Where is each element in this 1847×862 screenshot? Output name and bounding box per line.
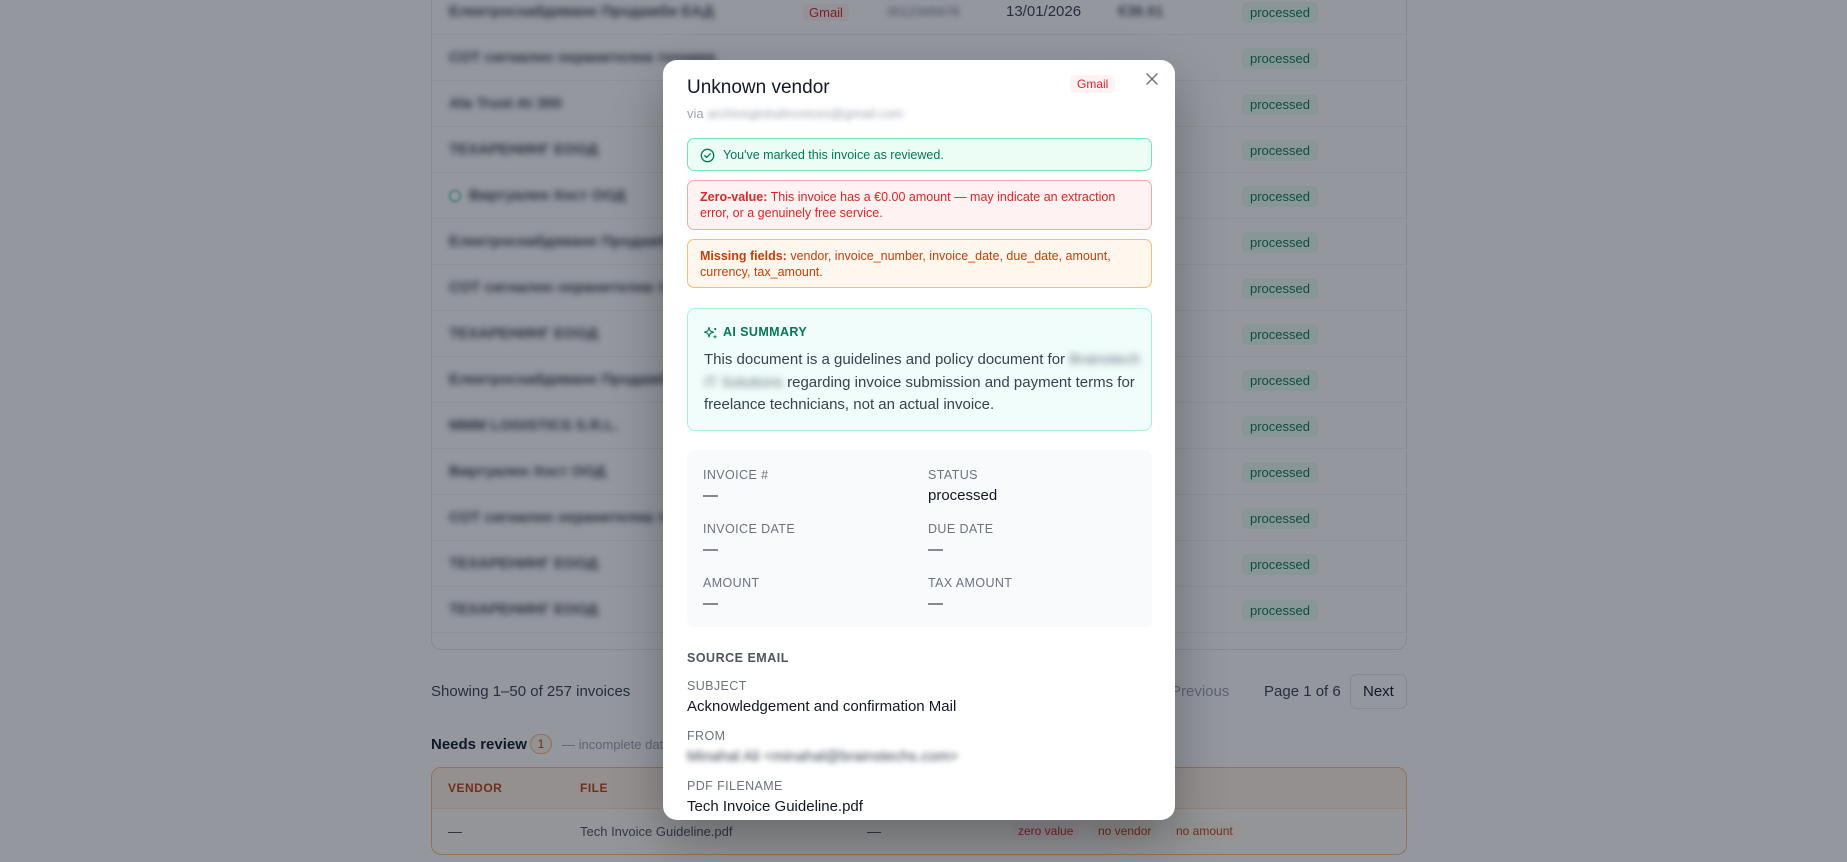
ai-summary-panel: AI SUMMARY This document is a guidelines… xyxy=(687,308,1152,431)
invoice-number-value: — xyxy=(703,487,718,504)
via-email: archiveglobalinvoices@gmail.com xyxy=(707,106,904,121)
zero-value-alert: Zero-value: This invoice has a €0.00 amo… xyxy=(687,180,1152,230)
invoice-date-label: INVOICE DATE xyxy=(703,522,796,536)
pdf-filename-label: PDF FILENAME xyxy=(687,779,783,793)
reviewed-notice-text: You've marked this invoice as reviewed. xyxy=(723,148,944,162)
subject-value: Acknowledgement and confirmation Mail xyxy=(687,698,957,715)
via-line: via archiveglobalinvoices@gmail.com xyxy=(687,106,903,121)
tax-amount-label: TAX AMOUNT xyxy=(928,576,1013,590)
missing-fields-label: Missing fields: xyxy=(700,249,787,263)
sparkles-icon xyxy=(703,326,718,340)
ai-summary-text: This document is a guidelines and policy… xyxy=(704,349,1144,417)
amount-value: — xyxy=(703,595,718,612)
ai-summary-label: AI SUMMARY xyxy=(723,325,808,339)
source-email-heading: SOURCE EMAIL xyxy=(687,651,789,665)
status-label: STATUS xyxy=(928,468,978,482)
ai-summary-text-before: This document is a guidelines and policy… xyxy=(704,351,1066,368)
pdf-filename-value[interactable]: Tech Invoice Guideline.pdf xyxy=(687,798,863,815)
due-date-label: DUE DATE xyxy=(928,522,994,536)
tax-amount-value: — xyxy=(928,595,943,612)
close-icon[interactable] xyxy=(1141,68,1163,90)
invoice-details-grid: INVOICE # — STATUS processed INVOICE DAT… xyxy=(687,450,1152,627)
invoice-number-label: INVOICE # xyxy=(703,468,769,482)
reviewed-notice: You've marked this invoice as reviewed. xyxy=(687,138,1152,171)
amount-label: AMOUNT xyxy=(703,576,760,590)
via-prefix: via xyxy=(687,106,704,121)
check-circle-icon xyxy=(700,148,715,163)
zero-value-label: Zero-value: xyxy=(700,190,768,204)
subject-label: SUBJECT xyxy=(687,679,747,693)
status-value: processed xyxy=(928,487,998,504)
source-badge: Gmail xyxy=(1070,75,1116,93)
missing-fields-alert: Missing fields: vendor, invoice_number, … xyxy=(687,239,1152,288)
invoice-date-value: — xyxy=(703,541,718,558)
modal-title: Unknown vendor xyxy=(687,77,830,98)
from-label: FROM xyxy=(687,729,726,743)
from-value: Minahal Ali <minahal@brainstechs.com> xyxy=(687,748,959,765)
due-date-value: — xyxy=(928,541,943,558)
invoice-detail-modal: Unknown vendor Gmail via archiveglobalin… xyxy=(663,60,1175,820)
